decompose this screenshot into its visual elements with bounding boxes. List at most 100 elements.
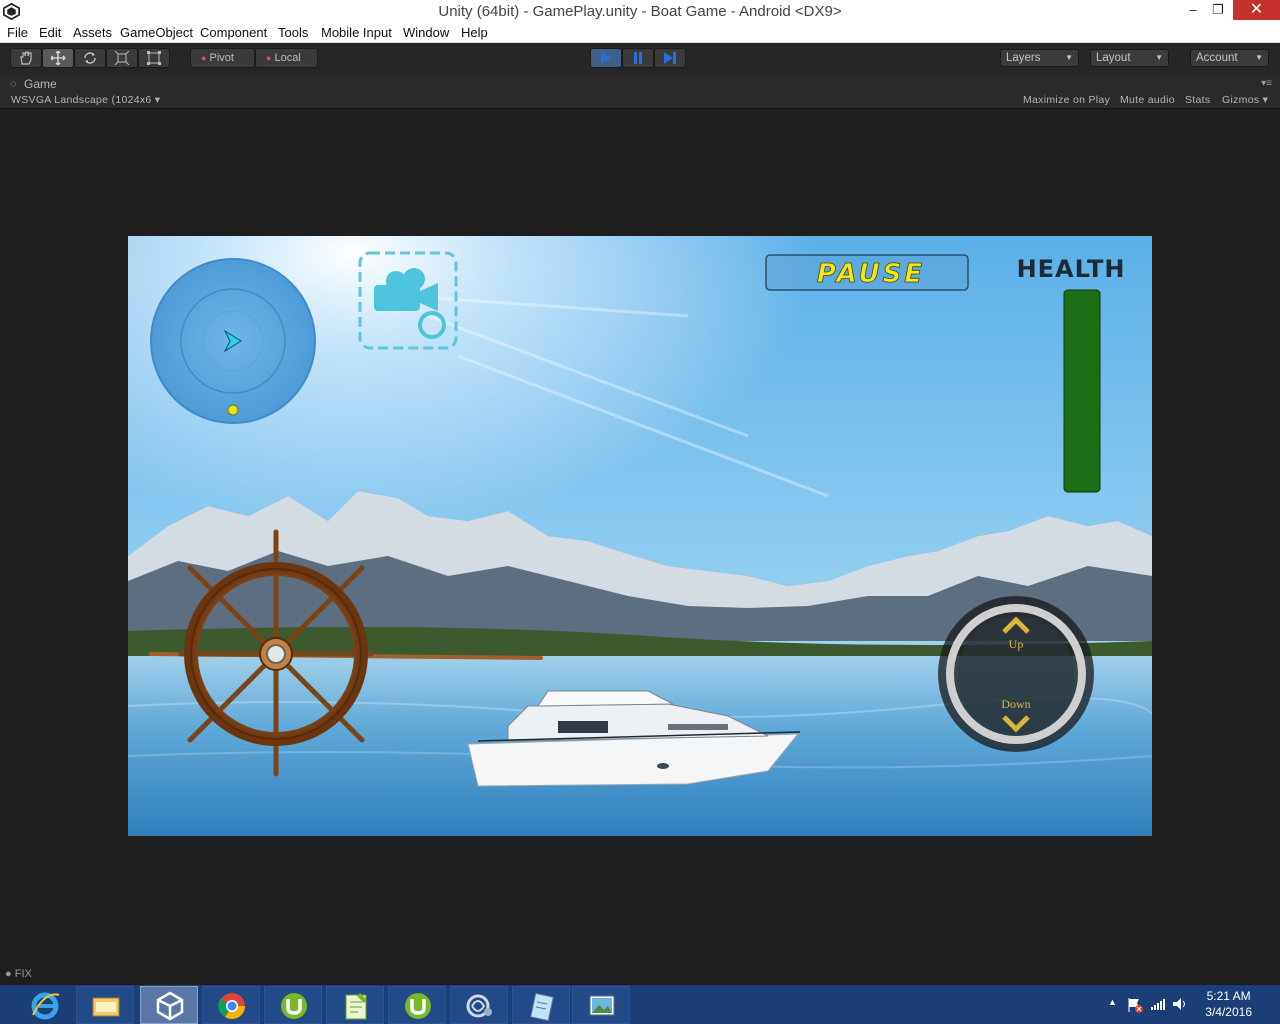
windows-taskbar: ▲ 5:21 AM 3/4/2016 [0, 985, 1280, 1024]
internet-explorer-icon [31, 992, 60, 1020]
taskbar-file-explorer[interactable] [76, 986, 134, 1024]
move-tool-button[interactable] [42, 48, 74, 68]
hand-icon [20, 51, 32, 65]
health-bar-fill [1063, 289, 1101, 493]
layers-dropdown[interactable]: Layers ▼ [1000, 49, 1079, 67]
aspect-dropdown[interactable]: WSVGA Landscape (1024x6 ▾ [11, 94, 160, 106]
photo-viewer-icon [589, 995, 615, 1016]
menu-help[interactable]: Help [461, 25, 488, 40]
close-button[interactable]: ✕ [1233, 0, 1280, 20]
action-center-flag-icon[interactable] [1126, 997, 1144, 1013]
menu-tools[interactable]: Tools [278, 25, 308, 40]
network-tool-icon [466, 994, 492, 1018]
menu-mobile-input[interactable]: Mobile Input [321, 25, 392, 40]
pause-label[interactable]: PAUSE [816, 259, 925, 290]
chrome-icon [218, 993, 246, 1020]
menu-window[interactable]: Window [403, 25, 449, 40]
panel-menu-icon[interactable]: ▾≡ [1261, 78, 1272, 89]
taskbar-photo-viewer[interactable] [572, 986, 630, 1024]
minimize-button[interactable]: – [1179, 0, 1207, 20]
layout-label: Layout [1096, 52, 1131, 64]
local-label: Local [274, 52, 301, 64]
menu-edit[interactable]: Edit [39, 25, 61, 40]
rect-tool-button[interactable] [138, 48, 170, 68]
chevron-down-icon: ▼ [1155, 53, 1163, 62]
volume-icon[interactable] [1172, 997, 1188, 1011]
menu-assets[interactable]: Assets [73, 25, 112, 40]
account-label: Account [1196, 52, 1238, 64]
pivot-toggle[interactable]: ● Pivot [190, 48, 255, 68]
gizmos-dropdown[interactable]: Gizmos ▾ [1222, 94, 1268, 106]
target-dot-icon [227, 404, 239, 416]
move-arrows-icon [50, 50, 66, 66]
system-tray: ▲ 5:21 AM 3/4/2016 [1080, 985, 1280, 1024]
local-icon: ● [266, 53, 272, 63]
step-button[interactable] [654, 48, 686, 68]
taskbar-internet-explorer[interactable] [16, 986, 74, 1024]
unity-icon [156, 991, 184, 1021]
utorrent-icon [281, 993, 307, 1019]
gizmos-label: Gizmos [1222, 94, 1260, 106]
pivot-label: Pivot [209, 52, 234, 64]
rect-tool-icon [147, 51, 161, 65]
mute-audio-toggle[interactable]: Mute audio [1120, 94, 1175, 106]
maximize-on-play-toggle[interactable]: Maximize on Play [1023, 94, 1110, 106]
menu-component[interactable]: Component [200, 25, 267, 40]
taskbar-notepad[interactable] [512, 986, 570, 1024]
notepad-plus-plus-icon [345, 993, 367, 1020]
down-label[interactable]: Down [1001, 697, 1030, 711]
game-tab-icon: ◌ [10, 78, 17, 90]
step-icon [664, 52, 676, 64]
aspect-label: WSVGA Landscape (1024x6 [11, 94, 152, 106]
scale-icon [114, 50, 130, 66]
utorrent-icon [405, 993, 431, 1019]
folder-icon [92, 997, 120, 1017]
clock[interactable]: 5:21 AM 3/4/2016 [1205, 988, 1252, 1020]
game-tab[interactable]: Game [24, 77, 57, 91]
compass-radar [150, 258, 316, 424]
hand-tool-button[interactable] [10, 48, 42, 68]
game-scene: Up Down PAUSE HEALTH [128, 236, 1152, 836]
game-panel-header: ◌ Game ▾≡ WSVGA Landscape (1024x6 ▾ Maxi… [0, 75, 1280, 109]
network-signal-icon[interactable] [1150, 997, 1166, 1011]
taskbar-utorrent[interactable] [264, 986, 322, 1024]
chevron-down-icon: ▼ [1065, 53, 1073, 62]
rotate-tool-button[interactable] [74, 48, 106, 68]
health-label: HEALTH [1017, 255, 1126, 283]
toolbar: ● Pivot ● Local Layers ▼ Layout ▼ Accoun… [0, 43, 1280, 75]
status-text: FIX [14, 968, 32, 980]
status-message[interactable]: ● FIX [5, 968, 32, 980]
local-toggle[interactable]: ● Local [255, 48, 318, 68]
stats-toggle[interactable]: Stats [1185, 94, 1210, 106]
scale-tool-button[interactable] [106, 48, 138, 68]
pause-icon [634, 52, 642, 64]
menu-bar: File Edit Assets GameObject Component To… [0, 24, 1280, 43]
taskbar-notepad-plus-plus[interactable] [326, 986, 384, 1024]
show-hidden-icons-icon[interactable]: ▲ [1108, 997, 1117, 1007]
clock-time: 5:21 AM [1206, 989, 1251, 1003]
taskbar-network-tool[interactable] [450, 986, 508, 1024]
restore-button[interactable]: ❐ [1204, 0, 1232, 20]
title-bar: Unity (64bit) - GamePlay.unity - Boat Ga… [0, 0, 1280, 24]
taskbar-utorrent-2[interactable] [388, 986, 446, 1024]
window-title: Unity (64bit) - GamePlay.unity - Boat Ga… [438, 3, 842, 20]
layout-dropdown[interactable]: Layout ▼ [1090, 49, 1169, 67]
chevron-down-icon: ▼ [1255, 53, 1263, 62]
play-icon [601, 52, 612, 64]
notepad-icon [530, 992, 554, 1022]
taskbar-unity[interactable] [140, 986, 198, 1024]
rotate-icon [84, 52, 96, 64]
info-icon: ● [5, 968, 12, 980]
pause-editor-button[interactable] [622, 48, 654, 68]
menu-gameobject[interactable]: GameObject [120, 25, 193, 40]
layers-label: Layers [1006, 52, 1041, 64]
menu-file[interactable]: File [7, 25, 28, 40]
clock-date: 3/4/2016 [1205, 1005, 1252, 1019]
account-dropdown[interactable]: Account ▼ [1190, 49, 1269, 67]
play-button[interactable] [590, 48, 622, 68]
pivot-icon: ● [201, 53, 207, 63]
game-viewport[interactable]: Up Down PAUSE HEALTH [128, 236, 1152, 836]
up-label[interactable]: Up [1009, 637, 1024, 651]
taskbar-chrome[interactable] [202, 986, 260, 1024]
throttle-control[interactable] [938, 596, 1094, 752]
